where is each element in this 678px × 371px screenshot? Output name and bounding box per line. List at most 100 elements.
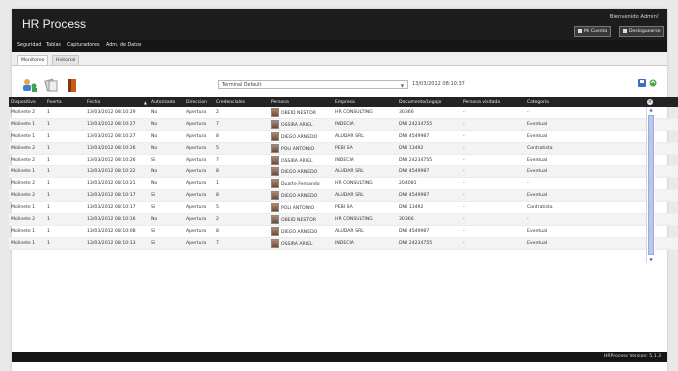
documents-icon[interactable] <box>44 78 58 92</box>
my-account-button[interactable]: Mi Cuenta <box>574 26 612 37</box>
column-header[interactable]: Persona visitada <box>461 97 525 107</box>
table-cell: Eventual <box>525 130 573 143</box>
table-cell: - <box>461 107 525 119</box>
table-cell: Molinete 1 <box>9 165 45 179</box>
table-cell: Apertura <box>184 189 214 203</box>
table-row[interactable]: Molinete 2 1 13/03/2012 08:10:26 Si Apertura… <box>9 154 678 167</box>
terminal-select[interactable]: Terminal Default ▼ <box>218 80 408 89</box>
terminal-select-value: Terminal Default <box>222 83 262 88</box>
table-cell-spacer <box>573 130 678 143</box>
column-header[interactable]: Credenciales <box>214 97 269 107</box>
person-name: DIEGO ARNEDO <box>281 134 318 140</box>
column-header[interactable]: Puerta <box>45 97 85 107</box>
users-icon[interactable] <box>22 78 38 92</box>
table-cell: 13/03/2012 08:10:21 <box>85 177 149 191</box>
table-cell: 1 <box>45 118 85 131</box>
avatar <box>271 167 279 177</box>
table-cell: Apertura <box>184 154 214 167</box>
table-scrollbar[interactable]: ▲ ▼ <box>646 107 655 263</box>
tab-monitoreo[interactable]: Monitoreo <box>17 55 49 65</box>
table-row[interactable]: Molinete 1 1 13/03/2012 08:10:13 Si Apertura… <box>9 237 678 250</box>
person-name: Duarte Fernando <box>281 182 320 188</box>
table-cell: 7 <box>214 118 269 131</box>
table-cell-spacer <box>573 201 678 215</box>
table-row[interactable]: Molinete 2 1 13/03/2012 08:10:21 No Apertura… <box>9 177 678 191</box>
person-name: OBEID NESTOR <box>281 110 316 116</box>
timestamp-display: 13/03/2012 08:10:37 <box>412 81 465 87</box>
table-cell-spacer <box>573 237 678 250</box>
column-header[interactable]: Autorizado <box>149 97 184 107</box>
table-row[interactable]: Molinete 2 1 13/03/2012 08:10:29 No Apertura… <box>9 107 678 119</box>
menu-item-tablas[interactable]: Tablas <box>46 43 61 48</box>
table-header-row: Dispositivo Puerta Fecha ▲ Autorizado Dir… <box>9 97 678 107</box>
menu-item-capturadores[interactable]: Capturadores <box>67 43 99 48</box>
scroll-thumb[interactable] <box>648 115 654 255</box>
column-header[interactable]: Persona <box>269 97 333 107</box>
avatar <box>271 107 279 117</box>
table-cell: DNI 24234755 <box>397 237 461 250</box>
table-cell: 1 <box>214 177 269 191</box>
scroll-down-icon[interactable]: ▼ <box>648 257 654 263</box>
table-row[interactable]: Molinete 2 1 13/03/2012 08:10:17 Si Apertura… <box>9 189 678 203</box>
app-header: HR Process Bienvenido Admin! Mi Cuenta D… <box>12 9 667 40</box>
table-cell: DNI 4549987 <box>397 189 461 203</box>
column-header[interactable]: Direccion <box>184 97 214 107</box>
table-row[interactable]: Molinete 1 1 13/03/2012 08:10:08 Si Apertura… <box>9 225 678 238</box>
table-cell-spacer <box>573 165 678 179</box>
table-cell: 1 <box>45 154 85 167</box>
menu-item-seguridad[interactable]: Seguridad <box>17 43 41 48</box>
table-cell: Si <box>149 201 184 215</box>
table-cell: - <box>525 107 573 119</box>
table-row[interactable]: Molinete 1 1 13/03/2012 08:10:22 No Apertura… <box>9 165 678 179</box>
column-header[interactable]: Dispositivo <box>9 97 45 107</box>
table-cell: - <box>461 213 525 226</box>
door-exit-icon[interactable] <box>66 78 78 92</box>
table-cell: Apertura <box>184 213 214 226</box>
table-cell: 1 <box>45 237 85 250</box>
avatar <box>271 214 279 224</box>
table-row[interactable]: Molinete 2 1 13/03/2012 08:10:16 No Apertura… <box>9 213 678 226</box>
table-cell: 13/03/2012 08:10:29 <box>85 107 149 119</box>
table-row[interactable]: Molinete 1 1 13/03/2012 08:10:17 Si Apertura… <box>9 201 678 215</box>
close-icon[interactable]: × <box>647 99 653 105</box>
table-row[interactable]: Molinete 2 1 13/03/2012 08:10:26 No Apertura… <box>9 142 678 155</box>
main-menu: Seguridad Tablas Capturadores Adm. de Da… <box>12 40 667 52</box>
tab-historial[interactable]: Historial <box>52 55 80 65</box>
column-header-sorted[interactable]: Fecha ▲ <box>85 97 149 107</box>
column-header[interactable]: Empresa <box>333 97 397 107</box>
save-icon[interactable] <box>638 79 646 87</box>
table-cell: - <box>525 213 573 226</box>
table-cell: Molinete 1 <box>9 225 45 238</box>
table-row[interactable]: Molinete 1 1 13/03/2012 08:10:27 No Apertura… <box>9 130 678 143</box>
table-cell: HR CONSULTING <box>333 107 397 119</box>
table-cell: Molinete 2 <box>9 177 45 191</box>
table-cell: ALUDAR SRL <box>333 130 397 143</box>
table-cell: INDECIA <box>333 237 397 250</box>
logout-button[interactable]: Desloguearse <box>619 26 665 37</box>
table-cell: DIEGO ARNEDO <box>269 130 333 143</box>
refresh-icon[interactable] <box>649 79 657 87</box>
table-cell: 8 <box>214 130 269 143</box>
menu-item-adm-datos[interactable]: Adm. de Datos <box>106 43 141 48</box>
column-header[interactable]: Documento/Legajo <box>397 97 461 107</box>
avatar <box>271 238 279 248</box>
column-header[interactable]: Categoria <box>525 97 573 107</box>
sort-arrow-icon: ▲ <box>143 99 147 105</box>
scroll-up-icon[interactable]: ▲ <box>648 107 654 113</box>
table-cell: Apertura <box>184 107 214 119</box>
table-cell: 8 <box>214 225 269 238</box>
table-cell: Molinete 1 <box>9 237 45 250</box>
table-cell: INDECIA <box>333 118 397 131</box>
avatar <box>271 226 279 236</box>
table-row[interactable]: Molinete 1 1 13/03/2012 08:10:27 No Apertura… <box>9 118 678 131</box>
table-cell: 5 <box>214 201 269 215</box>
table-cell-spacer <box>573 142 678 155</box>
table-cell: - <box>461 165 525 179</box>
table-cell-spacer <box>573 213 678 226</box>
avatar <box>271 131 279 141</box>
table-cell: No <box>149 142 184 155</box>
table-cell: OBEID NESTOR <box>269 213 333 226</box>
table-cell: Eventual <box>525 237 573 250</box>
table-cell: Si <box>149 237 184 250</box>
table-cell: 13/03/2012 08:10:17 <box>85 201 149 215</box>
